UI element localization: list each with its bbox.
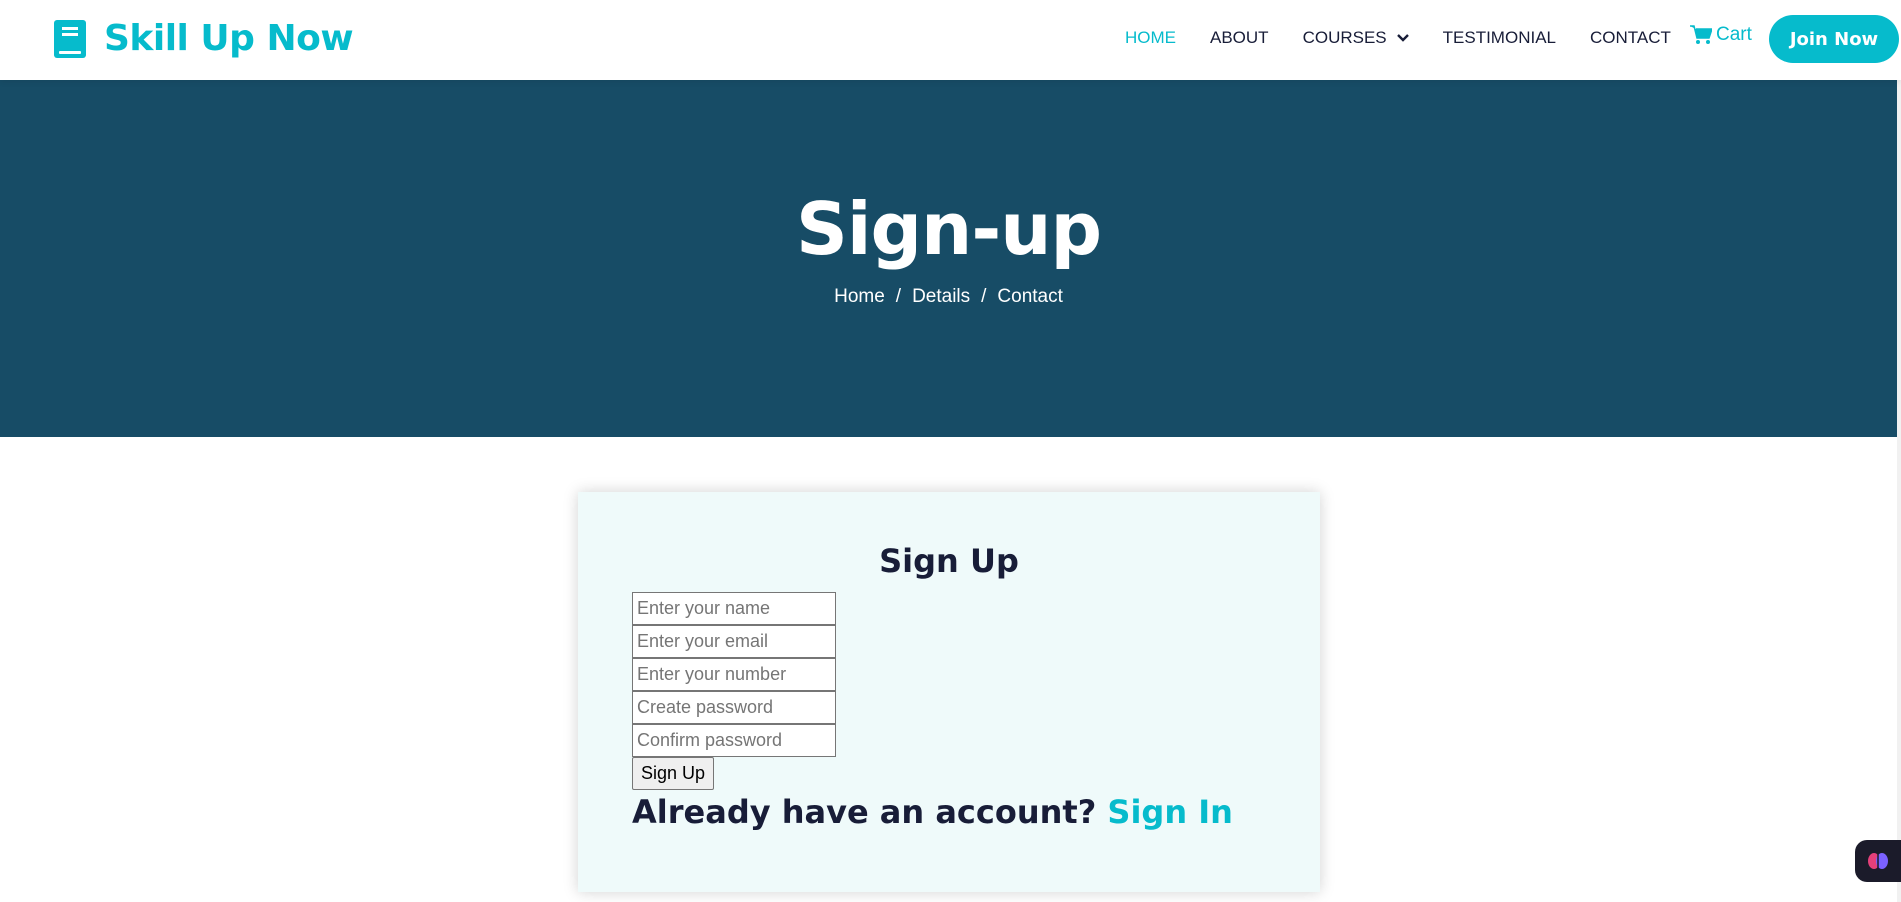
- brand-name: Skill Up Now: [104, 18, 354, 59]
- breadcrumb-separator: /: [981, 286, 987, 307]
- chevron-down-icon: [1396, 33, 1409, 42]
- signup-heading: Sign Up: [879, 542, 1019, 580]
- breadcrumb-details[interactable]: Details: [912, 286, 970, 308]
- signup-form: Sign Up Already have an account? Sign In: [632, 592, 1272, 831]
- navbar: Skill Up Now HOME ABOUT COURSES TESTIMON…: [0, 0, 1901, 80]
- name-field[interactable]: [632, 592, 836, 625]
- signin-prompt: Already have an account? Sign In: [632, 793, 1272, 831]
- breadcrumb: Home / Details / Contact: [0, 286, 1897, 308]
- password-field[interactable]: [632, 691, 836, 724]
- cart-icon: [1690, 25, 1712, 44]
- book-icon: [54, 19, 86, 58]
- brand-logo[interactable]: Skill Up Now: [54, 18, 354, 59]
- breadcrumb-contact[interactable]: Contact: [997, 286, 1062, 308]
- page-title: Sign-up: [795, 187, 1102, 271]
- main-nav: HOME ABOUT COURSES TESTIMONIAL CONTACT: [1125, 0, 1705, 75]
- nav-home[interactable]: HOME: [1125, 28, 1176, 48]
- nav-courses[interactable]: COURSES: [1303, 28, 1409, 48]
- account-prompt-text: Already have an account?: [632, 793, 1097, 831]
- signup-submit-button[interactable]: Sign Up: [632, 757, 715, 790]
- cart-link[interactable]: Cart: [1690, 24, 1752, 46]
- nav-courses-label: COURSES: [1302, 27, 1387, 47]
- nav-contact[interactable]: CONTACT: [1590, 28, 1671, 48]
- signup-card: Sign Up Sign Up Already have an account?…: [578, 492, 1320, 892]
- breadcrumb-separator: /: [895, 286, 902, 307]
- assistant-widget[interactable]: [1855, 840, 1901, 882]
- scrollbar-track[interactable]: [1897, 80, 1901, 902]
- confirm-password-field[interactable]: [632, 724, 836, 757]
- email-field[interactable]: [632, 625, 836, 658]
- breadcrumb-home[interactable]: Home: [834, 286, 885, 308]
- nav-about[interactable]: ABOUT: [1210, 28, 1269, 48]
- number-field[interactable]: [632, 658, 836, 691]
- brain-icon: [1868, 853, 1888, 869]
- nav-testimonial[interactable]: TESTIMONIAL: [1443, 28, 1556, 48]
- page-header-banner: Sign-up Home / Details / Contact: [0, 80, 1897, 437]
- cart-label: Cart: [1716, 24, 1752, 45]
- join-now-button[interactable]: Join Now: [1769, 15, 1899, 63]
- signin-link[interactable]: Sign In: [1107, 793, 1233, 831]
